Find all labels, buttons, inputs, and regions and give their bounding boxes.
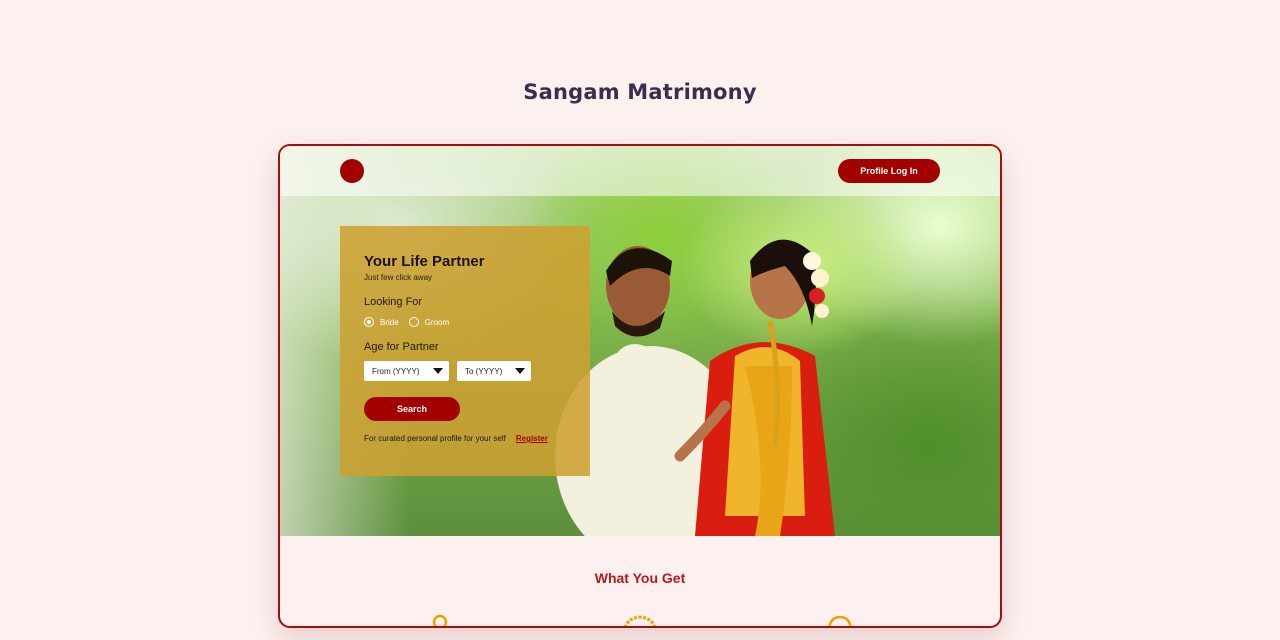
card-title: Your Life Partner: [364, 253, 485, 270]
age-to-select[interactable]: To (YYYY): [457, 361, 531, 381]
ring-icon: [828, 615, 852, 626]
badge-icon: [624, 615, 656, 626]
person-icon: [432, 614, 448, 626]
couple-photo: [555, 239, 835, 536]
register-row: For curated personal profile for your se…: [364, 434, 566, 443]
looking-for-label: Looking For: [364, 296, 423, 308]
looking-for-options: Bride Groom: [364, 317, 566, 327]
page-title: Sangam Matrimony: [523, 80, 757, 104]
search-button[interactable]: Search: [364, 397, 460, 421]
bride-radio[interactable]: [364, 317, 374, 327]
age-to-value: To (YYYY): [465, 366, 503, 376]
landing-page-frame: Profile Log In Your Life Partner Just fe…: [278, 144, 1002, 628]
hero-section: Profile Log In Your Life Partner Just fe…: [280, 146, 1000, 536]
chevron-down-icon: [433, 368, 443, 374]
partner-search-card: Your Life Partner Just few click away Lo…: [340, 226, 590, 476]
age-selects: From (YYYY) To (YYYY): [364, 361, 566, 381]
top-navigation-bar: Profile Log In: [280, 146, 1000, 196]
groom-label: Groom: [424, 317, 450, 327]
card-subtitle: Just few click away: [364, 273, 433, 282]
chevron-down-icon: [515, 368, 525, 374]
age-label: Age for Partner: [364, 341, 439, 353]
register-link[interactable]: Register: [516, 434, 548, 443]
logo-icon[interactable]: [340, 159, 364, 183]
age-from-select[interactable]: From (YYYY): [364, 361, 449, 381]
groom-radio[interactable]: [408, 317, 419, 327]
age-from-value: From (YYYY): [372, 366, 420, 376]
register-prompt: For curated personal profile for your se…: [364, 434, 506, 443]
bride-label: Bride: [380, 317, 399, 327]
profile-login-button[interactable]: Profile Log In: [838, 159, 940, 183]
what-you-get-heading: What You Get: [594, 570, 686, 586]
